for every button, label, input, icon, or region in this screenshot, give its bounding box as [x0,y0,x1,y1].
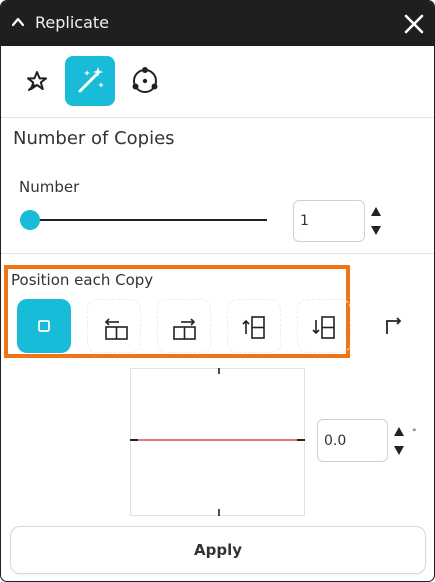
divider [1,253,434,254]
mode-button-orbit[interactable] [120,56,170,106]
position-option-down[interactable] [297,299,351,353]
position-option-right[interactable] [157,299,211,353]
position-label: Position each Copy [11,271,154,289]
preview-canvas [130,368,305,516]
section-title-copies: Number of Copies [13,128,175,149]
angle-input[interactable]: 0.0 [317,419,388,462]
stepper-down-icon [371,226,381,235]
divider [1,117,434,118]
arrow-down-box-icon [312,316,335,339]
copies-stepper[interactable] [370,205,382,237]
angle-stepper[interactable] [393,425,405,457]
magic-wand-icon [78,67,104,93]
square-icon [38,320,50,332]
pin-star-icon [27,71,47,91]
stepper-up-icon [371,207,381,216]
mode-button-pin[interactable] [12,56,62,106]
position-option-left[interactable] [87,299,141,353]
apply-button[interactable]: Apply [10,526,426,574]
number-label: Number [19,178,80,196]
stepper-down-icon [394,446,404,455]
copies-slider-thumb[interactable] [20,210,40,230]
position-option-up[interactable] [227,299,281,353]
position-option-in-place[interactable] [17,299,71,353]
arrow-left-box-icon [104,318,128,340]
copies-slider-track[interactable] [29,219,267,221]
close-icon[interactable] [403,13,425,35]
copies-number-value: 1 [300,213,309,229]
mode-button-magic[interactable] [65,56,115,106]
orbit-icon [132,67,158,93]
preview-area [130,368,305,516]
replicate-panel: Replicate Number of Copies Number 1 Posi… [0,0,435,582]
corner-arrow-icon [386,317,402,334]
angle-value: 0.0 [324,432,347,449]
position-option-corner[interactable] [367,299,421,353]
chevron-up-icon[interactable] [11,15,25,29]
title-bar: Replicate [1,1,434,46]
angle-unit: ° [412,428,417,438]
window-title: Replicate [35,13,110,32]
arrow-up-box-icon [242,316,265,339]
arrow-right-box-icon [173,318,196,340]
stepper-up-icon [394,427,404,436]
copies-number-input[interactable]: 1 [293,200,365,242]
